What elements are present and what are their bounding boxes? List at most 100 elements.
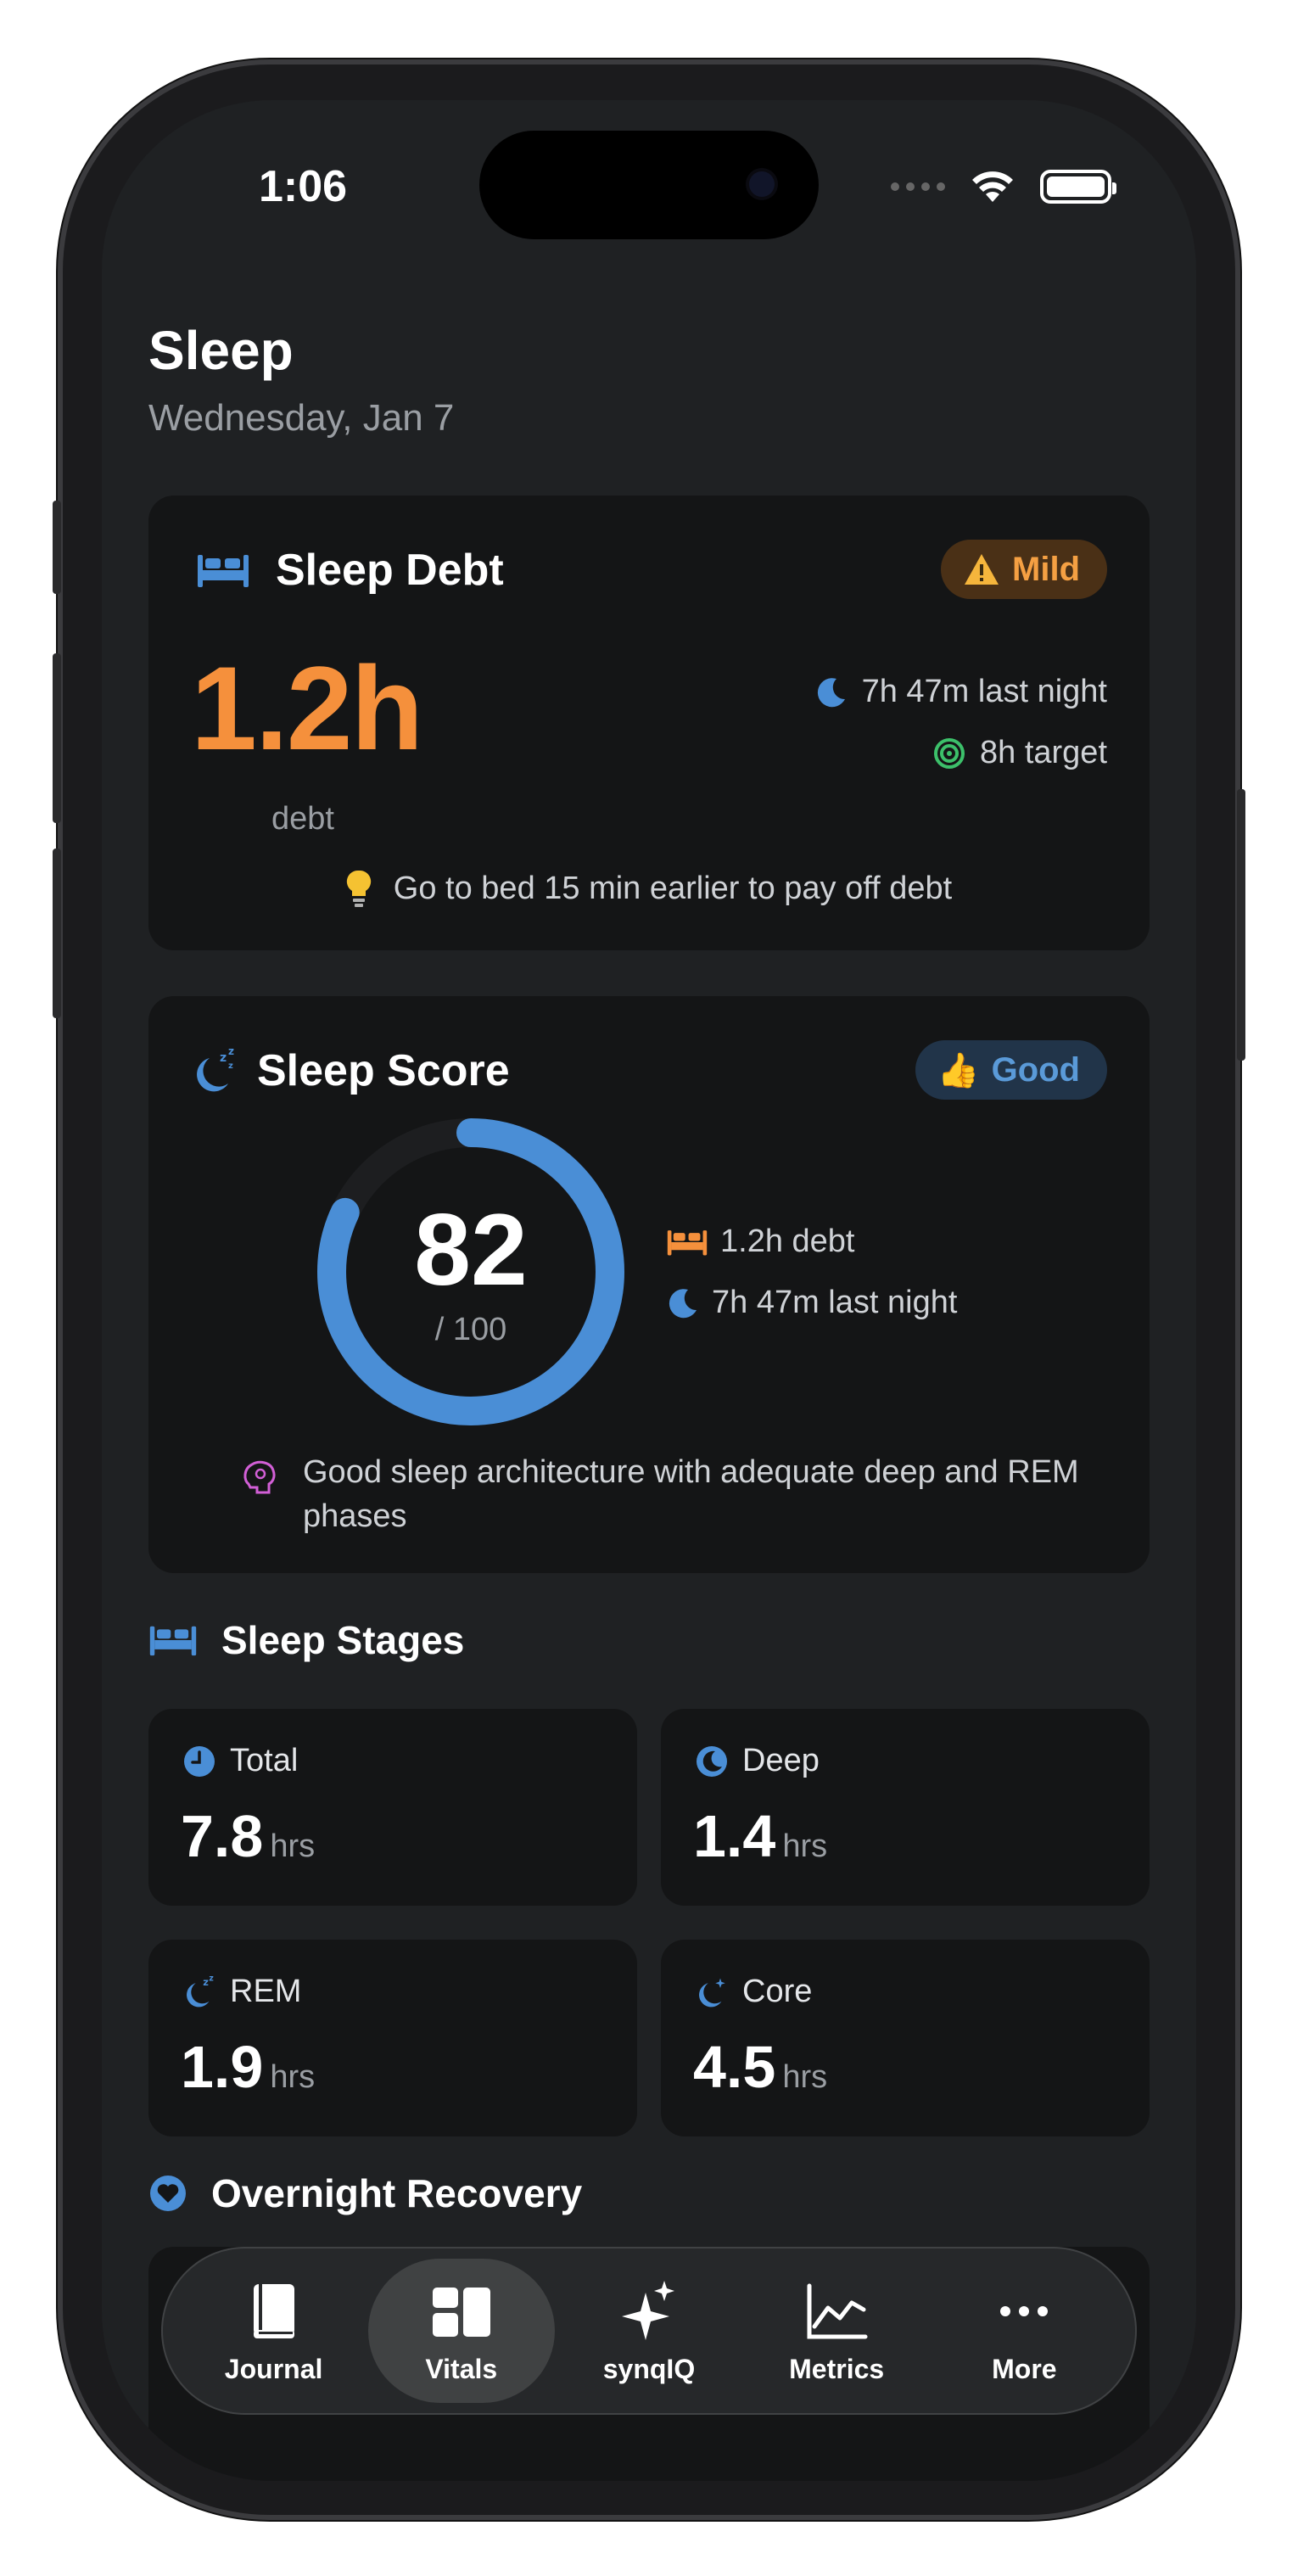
power-button bbox=[1237, 789, 1245, 1061]
stage-label-row: Deep bbox=[695, 1743, 820, 1779]
sleep-score-title: Sleep Score bbox=[257, 1046, 510, 1095]
warning-icon bbox=[965, 554, 999, 585]
sleep-debt-value: 1.2h bbox=[191, 641, 423, 775]
tab-journal[interactable]: Journal bbox=[181, 2259, 367, 2403]
tab-bar: Journal Vitals synqIQ Metrics More bbox=[161, 2247, 1137, 2415]
svg-text:z: z bbox=[228, 1046, 234, 1057]
quality-badge-label: Good bbox=[991, 1050, 1080, 1089]
score-debt-stat: 1.2h debt bbox=[666, 1224, 854, 1260]
volume-up-button bbox=[53, 653, 61, 823]
sleep-stages-title: Sleep Stages bbox=[221, 1618, 465, 1662]
chart-icon bbox=[807, 2283, 868, 2338]
stage-unit: hrs bbox=[270, 2059, 316, 2095]
target-stat: 8h target bbox=[932, 735, 1107, 771]
svg-text:z: z bbox=[220, 1051, 227, 1065]
moon-icon bbox=[817, 677, 845, 707]
tab-label: Journal bbox=[224, 2353, 323, 2384]
heart-circle-icon bbox=[150, 2176, 186, 2211]
tab-label: synqIQ bbox=[602, 2353, 696, 2384]
ellipsis-icon bbox=[1000, 2305, 1049, 2316]
stage-value: 1.9 bbox=[181, 2034, 264, 2100]
battery-icon bbox=[1040, 170, 1116, 204]
app-screen: 1:06 Sleep Wednesday, Jan 7 Sleep Debt M… bbox=[102, 100, 1196, 2481]
sleep-debt-card[interactable]: Sleep Debt Mild 1.2h debt 7h 47m last ni… bbox=[148, 496, 1150, 950]
stage-value-row: 4.5 hrs bbox=[693, 2033, 827, 2101]
volume-down-button bbox=[53, 848, 61, 1018]
stage-card-rem[interactable]: z z REM 1.9 hrs bbox=[148, 1940, 637, 2136]
bed-icon bbox=[667, 1229, 708, 1255]
sleep-debt-label: debt bbox=[271, 801, 334, 837]
moon-icon bbox=[669, 1288, 697, 1318]
svg-text:z: z bbox=[228, 1061, 233, 1071]
thumbs-up-icon: 👍 bbox=[937, 1051, 980, 1089]
stage-value-row: 7.8 hrs bbox=[181, 1802, 315, 1870]
last-night-stat: 7h 47m last night bbox=[814, 674, 1107, 710]
stage-label-row: Core bbox=[695, 1974, 812, 2010]
last-night-text: 7h 47m last night bbox=[861, 674, 1107, 709]
svg-text:z: z bbox=[203, 1976, 209, 1988]
recovery-title: Overnight Recovery bbox=[211, 2171, 583, 2215]
severity-badge: Mild bbox=[941, 540, 1107, 599]
lightbulb-icon bbox=[346, 870, 371, 907]
stage-value-row: 1.4 hrs bbox=[693, 1802, 827, 1870]
tab-synqiq[interactable]: synqIQ bbox=[556, 2259, 742, 2403]
stage-card-core[interactable]: Core 4.5 hrs bbox=[661, 1940, 1150, 2136]
bed-icon bbox=[198, 555, 249, 587]
score-last-night-stat: 7h 47m last night bbox=[666, 1285, 957, 1321]
bed-icon bbox=[149, 1626, 197, 1656]
wifi-icon bbox=[972, 171, 1013, 202]
score-debt-text: 1.2h debt bbox=[720, 1224, 855, 1259]
moon-zzz-icon: z z bbox=[187, 1974, 214, 2007]
stage-label: Deep bbox=[742, 1743, 820, 1778]
action-button bbox=[53, 501, 61, 594]
sleep-debt-title: Sleep Debt bbox=[276, 546, 504, 595]
sparkles-icon bbox=[621, 2280, 674, 2340]
sleep-score-card[interactable]: z z z Sleep Score 👍 Good 82 / 100 1.2h d… bbox=[148, 996, 1150, 1573]
page-title: Sleep bbox=[148, 320, 294, 381]
status-indicators bbox=[891, 170, 1116, 204]
moon-circle-icon bbox=[697, 1745, 727, 1777]
sleep-debt-header: Sleep Debt bbox=[196, 545, 504, 596]
quality-badge: 👍 Good bbox=[915, 1040, 1107, 1100]
tab-label: Vitals bbox=[425, 2353, 498, 2384]
sleep-debt-tip: Go to bed 15 min earlier to pay off debt bbox=[148, 869, 1150, 908]
stage-label-row: Total bbox=[182, 1743, 298, 1779]
stage-value: 1.4 bbox=[693, 1803, 776, 1869]
recovery-header: Overnight Recovery bbox=[148, 2170, 582, 2216]
stage-value: 7.8 bbox=[181, 1803, 264, 1869]
moon-star-icon bbox=[699, 1978, 725, 2007]
stage-label: Total bbox=[230, 1743, 299, 1778]
dashboard-icon bbox=[432, 2287, 490, 2337]
stage-label: REM bbox=[230, 1974, 302, 2009]
moon-zzz-icon: z z z bbox=[197, 1046, 234, 1092]
target-icon bbox=[934, 737, 965, 769]
signal-icon bbox=[891, 182, 945, 191]
status-time: 1:06 bbox=[259, 162, 348, 211]
target-text: 8h target bbox=[980, 735, 1107, 770]
sleep-score-max: / 100 bbox=[434, 1312, 507, 1347]
tab-vitals[interactable]: Vitals bbox=[367, 2259, 555, 2403]
dynamic-island bbox=[479, 131, 819, 239]
tab-more[interactable]: More bbox=[931, 2259, 1117, 2403]
stage-unit: hrs bbox=[270, 1828, 316, 1864]
tab-label: Metrics bbox=[789, 2353, 885, 2384]
svg-text:z: z bbox=[209, 1974, 213, 1983]
severity-badge-label: Mild bbox=[1012, 550, 1080, 588]
sleep-stages-header: Sleep Stages bbox=[148, 1617, 464, 1663]
sleep-score-value: 82 bbox=[414, 1193, 528, 1307]
sleep-score-header: z z z Sleep Score bbox=[191, 1045, 510, 1096]
clock-icon bbox=[184, 1745, 215, 1777]
stage-label: Core bbox=[742, 1974, 813, 2009]
stage-label-row: z z REM bbox=[182, 1974, 301, 2010]
stage-value: 4.5 bbox=[693, 2034, 776, 2100]
sleep-debt-tip-text: Go to bed 15 min earlier to pay off debt bbox=[393, 870, 953, 906]
stage-card-total[interactable]: Total 7.8 hrs bbox=[148, 1709, 637, 1906]
stage-unit: hrs bbox=[782, 2059, 828, 2095]
sleep-insight: Good sleep architecture with adequate de… bbox=[242, 1450, 1090, 1538]
stage-card-deep[interactable]: Deep 1.4 hrs bbox=[661, 1709, 1150, 1906]
book-icon bbox=[253, 2283, 294, 2338]
camera-icon bbox=[749, 171, 775, 197]
tab-metrics[interactable]: Metrics bbox=[743, 2259, 930, 2403]
tab-label: More bbox=[992, 2353, 1057, 2384]
stage-value-row: 1.9 hrs bbox=[181, 2033, 315, 2101]
